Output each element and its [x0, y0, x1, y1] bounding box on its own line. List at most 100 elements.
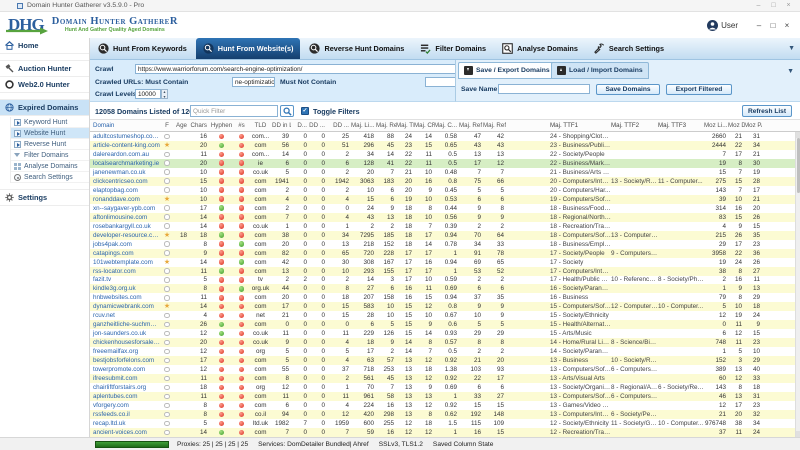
- cell-domain[interactable]: rosebankargyll.co.uk: [90, 223, 160, 230]
- scrollbar-thumb[interactable]: [797, 138, 800, 193]
- cell-domain[interactable]: freeemailfax.org: [90, 348, 160, 355]
- not-favorite-icon[interactable]: [164, 241, 170, 247]
- col-header-favorite[interactable]: F: [160, 122, 174, 129]
- tab-analyse-domains[interactable]: Analyse Domains: [495, 38, 585, 59]
- export-filtered-button[interactable]: Export Filtered: [666, 84, 732, 95]
- tab-filter-domains[interactable]: Filter Domains: [413, 38, 493, 59]
- not-favorite-icon[interactable]: [164, 178, 170, 184]
- cell-domain[interactable]: recap.ltd.uk: [90, 420, 160, 427]
- not-favorite-icon[interactable]: [164, 205, 170, 211]
- tabbar-caret-icon[interactable]: ▼: [788, 45, 795, 52]
- table-row[interactable]: aftonlimousine.com14com7004431318100.569…: [90, 213, 800, 222]
- app-minimize-icon[interactable]: –: [752, 21, 766, 30]
- table-row[interactable]: dalereardon.com.au11com...14002341422110…: [90, 150, 800, 159]
- cell-domain[interactable]: localsearchmarketing.ie: [90, 160, 160, 167]
- table-row[interactable]: chickenhousesforsale.co.uk20co.uk9004189…: [90, 338, 800, 347]
- not-favorite-icon[interactable]: [164, 223, 170, 229]
- col-header-chars[interactable]: Chars: [189, 122, 209, 129]
- table-row[interactable]: localsearchmarketing.ie20ie6006128412211…: [90, 159, 800, 168]
- not-favorite-icon[interactable]: [164, 385, 170, 391]
- favorite-star-icon[interactable]: ★: [164, 232, 170, 239]
- tab-hunt-from-websites[interactable]: Hunt From Website(s): [196, 38, 301, 59]
- table-row[interactable]: ronanddave.com★10com400415619100.536619 …: [90, 195, 800, 204]
- not-favorite-icon[interactable]: [164, 160, 170, 166]
- not-favorite-icon[interactable]: [164, 376, 170, 382]
- not-favorite-icon[interactable]: [164, 403, 170, 409]
- cell-domain[interactable]: ancient-voices.com: [90, 429, 160, 436]
- cell-domain[interactable]: kindle3g.org.uk: [90, 285, 160, 292]
- cell-domain[interactable]: chairliftforstairs.org: [90, 384, 160, 391]
- cell-domain[interactable]: clickcentricseo.com: [90, 178, 160, 185]
- cell-domain[interactable]: elaptopbag.com: [90, 187, 160, 194]
- os-close-icon[interactable]: ×: [781, 0, 796, 11]
- sidebar-item-reverse-hunt[interactable]: Reverse Hunt: [11, 139, 89, 150]
- app-close-icon[interactable]: ×: [780, 21, 794, 30]
- not-favorite-icon[interactable]: [164, 349, 170, 355]
- favorite-star-icon[interactable]: ★: [164, 303, 170, 310]
- col-header-maj-c[interactable]: Maj. C...: [434, 122, 459, 129]
- tab-reverse-hunt-domains[interactable]: Reverse Hunt Domains: [302, 38, 411, 59]
- col-header-domain[interactable]: Domain: [90, 122, 160, 129]
- col-header-maj-ref-su[interactable]: Maj. Ref Su...: [483, 122, 506, 129]
- cell-domain[interactable]: ganzheitliche-suchmaschine.c...: [90, 321, 160, 328]
- not-favorite-icon[interactable]: [164, 394, 170, 400]
- table-row[interactable]: 101webtemplate.com★14com4200303081671716…: [90, 258, 800, 267]
- user-menu[interactable]: User: [707, 20, 738, 31]
- not-favorite-icon[interactable]: [164, 250, 170, 256]
- col-header-numbers[interactable]: #s: [234, 122, 249, 129]
- sidebar-item-web20-hunter[interactable]: Web2.0 Hunter: [0, 77, 89, 93]
- crawl-levels-input[interactable]: 10000: [135, 89, 161, 99]
- cell-domain[interactable]: bestjobsforfelons.com: [90, 357, 160, 364]
- not-favorite-icon[interactable]: [164, 286, 170, 292]
- table-row[interactable]: fazit.tv5tv220214317100.592217 - Health/…: [90, 276, 800, 285]
- cell-domain[interactable]: xn--saygaver-ypb.com: [90, 205, 160, 212]
- cell-domain[interactable]: jobs4pak.com: [90, 241, 160, 248]
- not-favorite-icon[interactable]: [164, 152, 170, 158]
- col-header-tld[interactable]: TLD: [249, 122, 272, 129]
- table-row[interactable]: rosebankargyll.co.uk14co.uk1001221870.39…: [90, 222, 800, 231]
- cell-domain[interactable]: 101webtemplate.com: [90, 259, 160, 266]
- cell-domain[interactable]: jon-saunders.co.uk: [90, 330, 160, 337]
- must-contain-input[interactable]: ne-optimization: [232, 77, 275, 87]
- not-favorite-icon[interactable]: [164, 412, 170, 418]
- search-button[interactable]: [280, 105, 294, 117]
- cell-domain[interactable]: vforgery.com: [90, 402, 160, 409]
- col-header-maj-ref[interactable]: Maj. Re...: [376, 122, 396, 129]
- table-row[interactable]: kindle3g.org.uk8org.uk4400827616110.6966…: [90, 284, 800, 293]
- save-domains-button[interactable]: Save Domains: [596, 84, 660, 95]
- col-header-maj-ref-ips[interactable]: Maj. Ref IPs: [459, 122, 483, 129]
- app-maximize-icon[interactable]: □: [766, 21, 780, 30]
- sidebar-item-website-hunt[interactable]: Website Hunt: [11, 128, 89, 139]
- cell-domain[interactable]: ifreesubmit.com: [90, 375, 160, 382]
- table-row[interactable]: bestjobsforfelons.com17com5004635713120.…: [90, 356, 800, 365]
- col-header-age[interactable]: Age: [174, 122, 189, 129]
- sidebar-item-expired-domains[interactable]: Expired Domains: [0, 99, 89, 116]
- col-header-maj-tf[interactable]: Maj. TF: [396, 122, 414, 129]
- table-row[interactable]: xn--saygaver-ypb.com17com20002491880.449…: [90, 204, 800, 213]
- cell-domain[interactable]: fazit.tv: [90, 276, 160, 283]
- toggle-filters-checkbox[interactable]: ✓: [301, 107, 309, 115]
- sidebar-item-analyse-domains[interactable]: Analyse Domains: [11, 161, 89, 172]
- col-header-dd-b[interactable]: DD ...: [327, 122, 351, 129]
- col-header-dd-in-links[interactable]: DD in Links: [272, 122, 291, 129]
- table-row[interactable]: recap.ltd.uk5ltd.uk198270195960025512181…: [90, 419, 800, 428]
- col-header-maj-ttf2[interactable]: Maj. TTF2: [611, 122, 658, 129]
- cell-domain[interactable]: dalereardon.com.au: [90, 151, 160, 158]
- favorite-star-icon[interactable]: ★: [164, 142, 170, 149]
- cell-domain[interactable]: rcuv.net: [90, 312, 160, 319]
- col-header-hyphen[interactable]: Hyphen: [209, 122, 234, 129]
- not-favorite-icon[interactable]: [164, 268, 170, 274]
- table-row[interactable]: hnbwebsites.com11com20001820715816150.94…: [90, 293, 800, 302]
- cell-domain[interactable]: adultcostumeshop.com.au: [90, 133, 160, 140]
- col-header-dd-a[interactable]: DD ...: [309, 122, 327, 129]
- col-header-maj-cf[interactable]: Maj. CF: [414, 122, 434, 129]
- col-header-moz-links[interactable]: Moz Li...: [704, 122, 728, 129]
- cell-domain[interactable]: article-content-king.com: [90, 142, 160, 149]
- table-row[interactable]: rss-locator.com11com13001029315517171535…: [90, 267, 800, 276]
- sidebar-item-auction-hunter[interactable]: Auction Hunter: [0, 60, 89, 77]
- table-row[interactable]: dynamicwebrank.com★14com1700155831015120…: [90, 302, 800, 311]
- favorite-star-icon[interactable]: ★: [164, 196, 170, 203]
- favorite-star-icon[interactable]: ★: [164, 259, 170, 266]
- col-header-d[interactable]: D...: [291, 122, 309, 129]
- not-favorite-icon[interactable]: [164, 277, 170, 283]
